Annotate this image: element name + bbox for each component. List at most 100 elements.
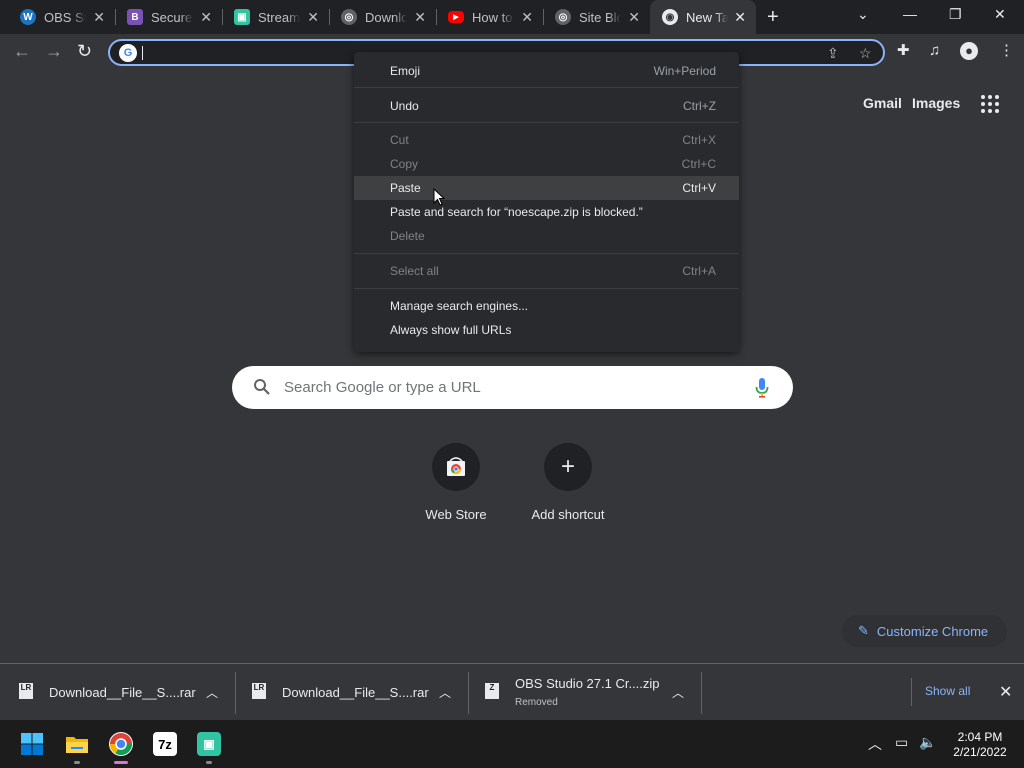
menu-separator bbox=[354, 253, 739, 254]
tab-strip: W OBS Studio ✕ B Secure L ✕ ▣ Streamlabs… bbox=[0, 0, 1024, 34]
chevron-up-icon[interactable]: ︿ bbox=[206, 684, 218, 701]
menu-item-shortcut: Win+Period bbox=[653, 64, 716, 78]
menu-separator bbox=[354, 87, 739, 88]
menu-item-shortcut: Ctrl+X bbox=[682, 133, 716, 147]
download-item[interactable]: LR Download__File__S....rar ︿ bbox=[0, 664, 236, 720]
tab-download[interactable]: ◎ Download ✕ bbox=[329, 0, 436, 34]
tab-secure[interactable]: B Secure L ✕ bbox=[115, 0, 222, 34]
download-separator bbox=[701, 672, 702, 714]
menu-item-always-show-full-urls[interactable]: Always show full URLs bbox=[354, 318, 739, 342]
close-icon[interactable]: ✕ bbox=[521, 9, 533, 25]
context-menu: Emoji Win+Period Undo Ctrl+Z Cut Ctrl+X … bbox=[354, 52, 739, 352]
shortcut-label: Web Store bbox=[425, 507, 487, 522]
close-icon[interactable]: ✕ bbox=[93, 9, 105, 25]
7zip-icon[interactable]: 7z bbox=[153, 732, 177, 756]
back-arrow-icon[interactable]: ← bbox=[13, 41, 31, 61]
menu-item-paste[interactable]: Paste Ctrl+V bbox=[354, 176, 739, 200]
images-link[interactable]: Images bbox=[912, 95, 960, 111]
chrome-icon: ◉ bbox=[662, 9, 678, 25]
customize-label: Customize Chrome bbox=[876, 623, 989, 639]
menu-item-select-all: Select all Ctrl+A bbox=[354, 259, 739, 283]
menu-item-label: Emoji bbox=[390, 64, 421, 78]
search-placeholder: Search Google or type a URL bbox=[284, 379, 481, 396]
pencil-icon: ✎ bbox=[858, 623, 869, 638]
close-icon[interactable]: ✕ bbox=[200, 9, 212, 25]
tab-new-tab[interactable]: ◉ New Tab ✕ bbox=[650, 0, 756, 34]
menu-item-delete: Delete bbox=[354, 224, 739, 248]
download-filename: Download__File__S....rar bbox=[49, 685, 196, 700]
system-clock[interactable]: 2:04 PM 2/21/2022 bbox=[944, 730, 1016, 760]
menu-item-copy: Copy Ctrl+C bbox=[354, 152, 739, 176]
show-all-button[interactable]: Show all bbox=[925, 684, 970, 698]
search-icon bbox=[254, 379, 270, 395]
chrome-menu-icon[interactable]: ⋮ bbox=[999, 42, 1014, 60]
chevron-up-icon[interactable]: ︿ bbox=[672, 684, 684, 701]
profile-avatar-icon[interactable]: ● bbox=[960, 42, 978, 60]
mouse-cursor-icon bbox=[433, 188, 445, 206]
globe-icon: ◎ bbox=[555, 9, 571, 25]
menu-item-undo[interactable]: Undo Ctrl+Z bbox=[354, 94, 739, 118]
google-search-box[interactable]: Search Google or type a URL bbox=[232, 366, 793, 409]
forward-arrow-icon[interactable]: → bbox=[45, 41, 63, 61]
tab-obs-studio[interactable]: W OBS Studio ✕ bbox=[8, 0, 115, 34]
youtube-icon: ▶ bbox=[448, 11, 464, 23]
menu-separator bbox=[354, 122, 739, 123]
web-store-icon bbox=[447, 457, 465, 476]
show-hidden-icons-chevron-icon[interactable]: ︿ bbox=[868, 734, 882, 754]
menu-item-emoji[interactable]: Emoji Win+Period bbox=[354, 59, 739, 83]
close-icon[interactable]: ✕ bbox=[999, 682, 1012, 702]
tab-title: Site Block bbox=[579, 9, 621, 25]
windows-start-icon[interactable] bbox=[20, 732, 44, 756]
menu-item-manage-search-engines[interactable]: Manage search engines... bbox=[354, 294, 739, 318]
menu-item-label: Paste and search for “noescape.zip is bl… bbox=[390, 205, 643, 219]
file-explorer-icon[interactable] bbox=[65, 732, 89, 756]
menu-item-label: Always show full URLs bbox=[390, 323, 512, 337]
restore-icon[interactable]: ❐ bbox=[949, 6, 962, 23]
menu-item-shortcut: Ctrl+Z bbox=[683, 99, 716, 113]
download-item[interactable]: LR Download__File__S....rar ︿ bbox=[233, 664, 469, 720]
close-icon[interactable]: ✕ bbox=[414, 9, 426, 25]
menu-item-shortcut: Ctrl+A bbox=[682, 264, 716, 278]
google-apps-icon[interactable] bbox=[981, 95, 999, 113]
share-icon[interactable]: ⇪ bbox=[827, 45, 839, 61]
window-close-icon[interactable]: ✕ bbox=[994, 6, 1006, 23]
media-control-icon[interactable]: ♫ bbox=[929, 42, 940, 60]
divider bbox=[911, 678, 912, 706]
shortcut-tile: + bbox=[544, 443, 592, 491]
download-shelf: LR Download__File__S....rar ︿ LR Downloa… bbox=[0, 663, 1024, 720]
volume-icon[interactable]: 🔈 bbox=[919, 734, 936, 751]
network-icon[interactable]: ▭ bbox=[895, 734, 908, 751]
customize-chrome-button[interactable]: ✎ Customize Chrome bbox=[842, 615, 1007, 647]
menu-item-paste-and-search[interactable]: Paste and search for “noescape.zip is bl… bbox=[354, 200, 739, 224]
close-icon[interactable]: ✕ bbox=[628, 9, 640, 25]
shortcut-label: Add shortcut bbox=[531, 507, 605, 522]
chevron-up-icon[interactable]: ︿ bbox=[439, 684, 451, 701]
download-item[interactable]: Z OBS Studio 27.1 Cr....zip Removed ︿ bbox=[466, 664, 702, 720]
new-tab-button[interactable]: + bbox=[767, 7, 779, 27]
gmail-link[interactable]: Gmail bbox=[863, 95, 902, 111]
shortcut-add[interactable]: + Add shortcut bbox=[513, 443, 623, 522]
tab-search-icon[interactable]: ⌄ bbox=[857, 6, 869, 23]
microphone-icon[interactable] bbox=[754, 377, 770, 399]
tab-title: Streamlabs bbox=[258, 9, 300, 25]
menu-item-label: Paste bbox=[390, 181, 421, 195]
minimize-icon[interactable]: — bbox=[903, 6, 917, 22]
close-icon[interactable]: ✕ bbox=[734, 9, 746, 25]
streamlabs-icon: ▣ bbox=[234, 9, 250, 25]
globe-icon: ◎ bbox=[341, 9, 357, 25]
bookmark-star-icon[interactable]: ☆ bbox=[859, 45, 872, 61]
clock-date: 2/21/2022 bbox=[953, 745, 1007, 759]
chrome-icon[interactable] bbox=[109, 732, 133, 756]
tab-how-to[interactable]: ▶ How to ✕ bbox=[436, 0, 543, 34]
taskbar-indicator bbox=[206, 761, 212, 764]
tab-title: Secure L bbox=[151, 9, 193, 25]
menu-item-label: Manage search engines... bbox=[390, 299, 529, 313]
tab-streamlabs[interactable]: ▣ Streamlabs ✕ bbox=[222, 0, 329, 34]
shortcut-web-store[interactable]: Web Store bbox=[401, 443, 511, 522]
download-filename: OBS Studio 27.1 Cr....zip bbox=[515, 676, 660, 691]
streamlabs-icon[interactable]: ▣ bbox=[197, 732, 221, 756]
reload-icon[interactable]: ↻ bbox=[77, 41, 92, 61]
close-icon[interactable]: ✕ bbox=[307, 9, 319, 25]
tab-site-block[interactable]: ◎ Site Block ✕ bbox=[543, 0, 650, 34]
extensions-puzzle-icon[interactable]: ✚ bbox=[897, 42, 910, 60]
